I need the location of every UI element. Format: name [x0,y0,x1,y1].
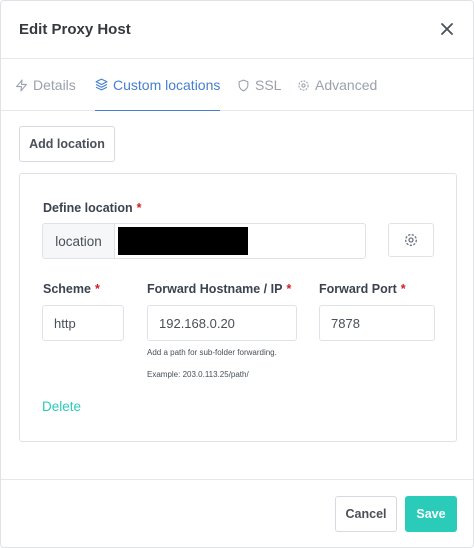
tab-advanced[interactable]: Advanced [297,59,377,111]
tab-label: Advanced [315,77,378,93]
add-location-button[interactable]: Add location [19,126,115,162]
hostname-example: Example: 203.0.113.25/path/ [147,370,249,379]
tab-label: Details [33,77,76,93]
hostname-hint: Add a path for sub-folder forwarding. [147,348,277,357]
forward-port-label: Forward Port * [319,282,406,296]
location-path-input[interactable] [114,223,366,259]
location-prefix: location [42,223,114,259]
zap-icon [16,79,27,91]
location-card: Define location * location Scheme * Forwar… [19,173,457,442]
forward-port-input[interactable]: 7878 [319,305,435,341]
redacted-value [118,227,248,255]
close-icon[interactable] [437,19,457,39]
tab-custom-locations[interactable]: Custom locations [95,59,221,111]
required-mark: * [94,282,100,296]
modal-header: Edit Proxy Host [1,1,473,59]
cancel-button[interactable]: Cancel [335,496,397,532]
shield-icon [238,79,249,91]
tab-label: Custom locations [113,76,221,93]
modal-title: Edit Proxy Host [19,21,131,38]
edit-proxy-host-dialog: Edit Proxy Host Details Custom locations… [0,0,474,548]
gear-icon [405,234,417,246]
tab-label: SSL [255,77,282,93]
tab-bar: Details Custom locations SSL Advanced [1,59,473,111]
modal-footer: Cancel Save [1,479,473,547]
scheme-input[interactable]: http [42,305,124,341]
location-settings-button[interactable] [388,223,434,257]
save-button[interactable]: Save [405,496,457,532]
layers-icon [95,78,108,91]
forward-hostname-label: Forward Hostname / IP * [147,282,292,296]
required-mark: * [286,282,292,296]
required-mark: * [400,282,406,296]
define-location-label: Define location * [43,201,142,215]
tab-details[interactable]: Details [15,59,76,111]
settings-icon [298,79,309,91]
delete-location-link[interactable]: Delete [42,399,81,414]
required-mark: * [136,201,142,215]
tab-ssl[interactable]: SSL [237,59,281,111]
scheme-label: Scheme * [43,282,100,296]
forward-hostname-input[interactable]: 192.168.0.20 [147,305,297,341]
